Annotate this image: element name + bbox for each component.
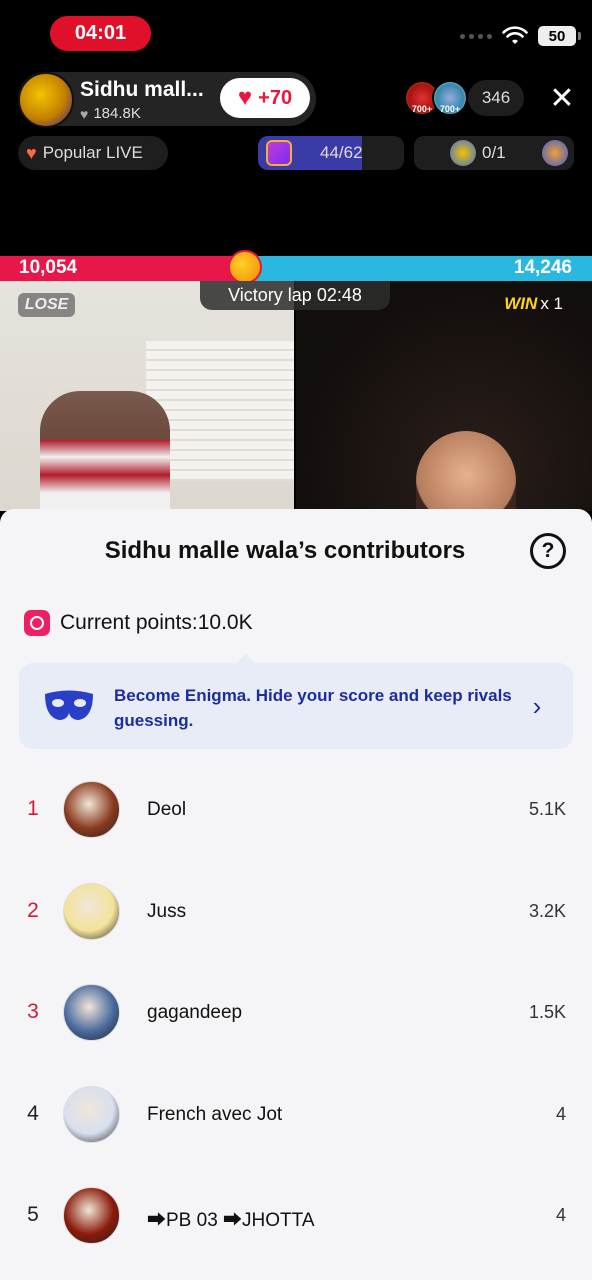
- goal-text: 0/1: [482, 143, 506, 162]
- victory-lap-timer: Victory lap 02:48: [200, 281, 390, 310]
- chevron-right-icon[interactable]: ›: [522, 691, 552, 721]
- contributors-sheet: Sidhu malle wala’s contributors ? Curren…: [0, 509, 592, 1280]
- enigma-text: Become Enigma. Hide your score and keep …: [114, 686, 512, 730]
- list-item[interactable]: 2 Juss 3.2K: [0, 861, 592, 963]
- current-points-label: Current points:10.0K: [60, 611, 253, 634]
- contributor-name[interactable]: French avec Jot: [147, 1104, 282, 1126]
- points-icon: [24, 610, 50, 636]
- follow-bonus: +70: [258, 86, 293, 109]
- right-streamer: [416, 431, 516, 511]
- win-multiplier: x 1: [540, 294, 563, 313]
- rank-number: 1: [27, 797, 39, 820]
- sheet-title: Sidhu malle wala’s contributors: [104, 537, 466, 564]
- battle-right-score: 14,246: [513, 257, 572, 278]
- list-item[interactable]: 1 Deol 5.1K: [0, 759, 592, 861]
- host-name: Sidhu mall...: [80, 78, 204, 101]
- win-label: WIN: [504, 294, 538, 313]
- help-icon[interactable]: ?: [530, 533, 566, 569]
- lose-badge: LOSE: [18, 293, 75, 317]
- popular-live-label: Popular LIVE: [42, 143, 143, 162]
- top-viewer-avatar[interactable]: 700+: [432, 80, 468, 116]
- contributor-list: 1 Deol 5.1K 2 Juss 3.2K 3 gagandeep 1.5K 4 French …: [0, 759, 592, 1267]
- rank-number: 4: [27, 1101, 39, 1125]
- rank-number: 2: [27, 898, 39, 922]
- contributor-score: 1.5K: [528, 1002, 566, 1022]
- avatar[interactable]: [63, 1085, 120, 1143]
- list-item[interactable]: 3 gagandeep 1.5K: [0, 962, 592, 1064]
- host-likes: ♥ 184.8K: [80, 105, 141, 122]
- list-item[interactable]: 5 ⮕PB 03 ⮕JHOTTA 4: [0, 1165, 592, 1267]
- gift-progress-pill[interactable]: 44/62: [258, 136, 404, 170]
- viewer-count[interactable]: 346: [468, 80, 524, 116]
- avatar[interactable]: [63, 984, 120, 1041]
- progress-text: 44/62: [320, 143, 363, 162]
- status-time: 04:01: [50, 16, 151, 51]
- avatar[interactable]: [63, 882, 120, 940]
- popular-live-pill[interactable]: ♥ Popular LIVE: [18, 136, 168, 170]
- treasure-chest-icon: [266, 140, 292, 166]
- viewers[interactable]: 700+ 700+ 346: [404, 80, 524, 116]
- status-icons: 50: [460, 26, 581, 46]
- win-badge: WIN x 1: [504, 294, 563, 314]
- current-points: Current points:10.0K: [24, 610, 253, 636]
- goal-pill[interactable]: 0/1: [414, 136, 574, 170]
- battle-score-bar: [0, 256, 592, 281]
- heart-icon: ♥: [237, 84, 253, 111]
- contributor-score: 3.2K: [528, 900, 566, 921]
- contributor-name[interactable]: Juss: [147, 901, 186, 923]
- list-item[interactable]: 4 French avec Jot 4: [0, 1064, 592, 1166]
- goal-icon: [450, 140, 476, 166]
- avatar[interactable]: [63, 1187, 120, 1244]
- battery-icon: 50: [538, 26, 581, 46]
- contributor-name[interactable]: gagandeep: [147, 1002, 242, 1024]
- host-avatar[interactable]: [18, 72, 74, 128]
- reward-icon: [542, 140, 568, 166]
- left-streamer: [40, 391, 170, 511]
- angry-emoji-icon: [228, 250, 262, 284]
- right-video[interactable]: [296, 281, 592, 511]
- host-likes-count: 184.8K: [93, 105, 141, 122]
- avatar[interactable]: [63, 781, 120, 838]
- contributor-score: 4: [555, 1205, 566, 1225]
- follow-button[interactable]: ♥ +70: [220, 78, 310, 118]
- battle-left-score: 10,054: [19, 257, 78, 278]
- wifi-icon: [502, 26, 528, 44]
- signal-icon: [460, 33, 492, 39]
- rank-number: 3: [27, 1000, 39, 1023]
- contributor-name[interactable]: Deol: [147, 799, 186, 821]
- mask-icon: [45, 690, 93, 720]
- close-icon[interactable]: ✕: [546, 82, 578, 115]
- contributor-score: 4: [555, 1103, 566, 1124]
- contributor-score: 5.1K: [528, 799, 566, 819]
- contributor-name[interactable]: ⮕PB 03 ⮕JHOTTA: [147, 1205, 315, 1232]
- rank-number: 5: [27, 1203, 39, 1226]
- enigma-banner[interactable]: Become Enigma. Hide your score and keep …: [19, 654, 573, 749]
- broken-heart-icon: ♥: [26, 142, 37, 163]
- heart-icon: ♥: [80, 105, 89, 122]
